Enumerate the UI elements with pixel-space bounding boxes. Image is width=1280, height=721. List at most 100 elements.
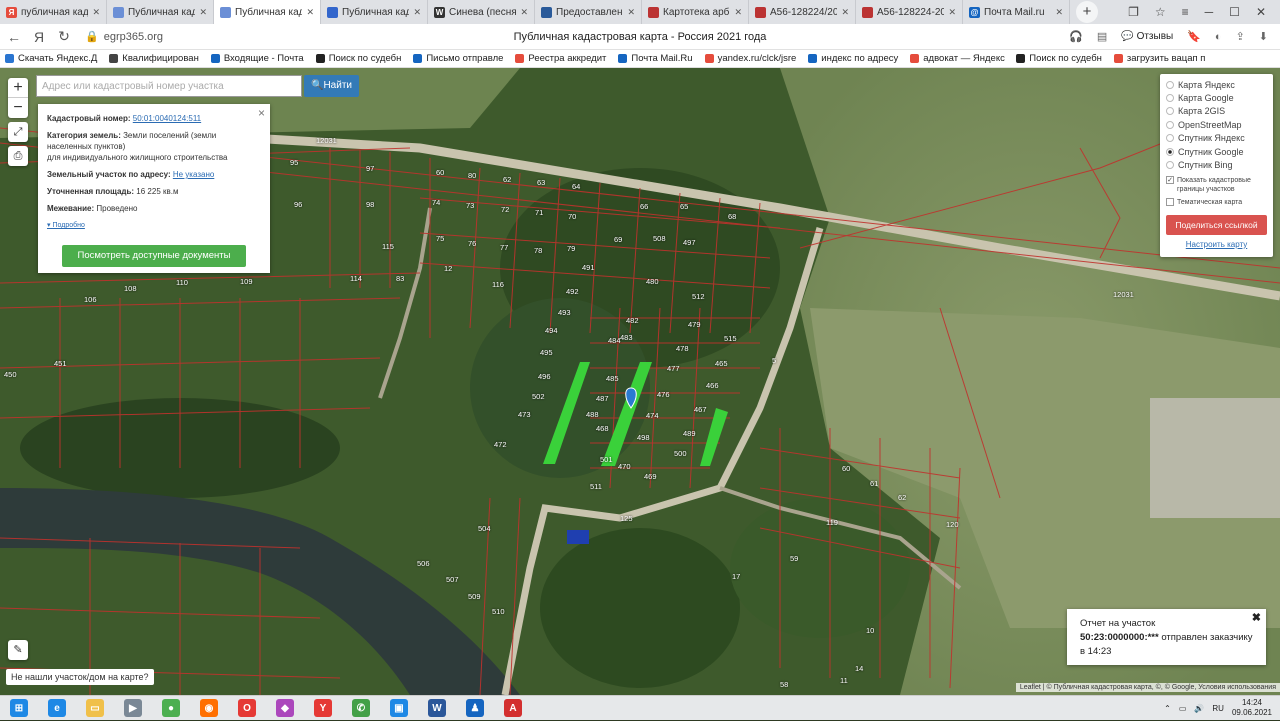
plot-number-label[interactable]: 511 — [590, 482, 602, 491]
browser-tab[interactable]: Публичная кадастр ✕ — [107, 0, 214, 24]
network-icon[interactable]: ▭ — [1179, 704, 1187, 713]
minimize-icon[interactable]: ─ — [1205, 5, 1214, 19]
plot-number-label[interactable]: 68 — [728, 212, 736, 221]
plot-number-label[interactable]: 492 — [566, 287, 579, 296]
plot-number-label[interactable]: 512 — [692, 292, 705, 301]
plot-number-label[interactable]: 497 — [683, 238, 696, 247]
plot-number-label[interactable]: 83 — [396, 274, 404, 283]
plot-number-label[interactable]: 62 — [898, 493, 906, 502]
bookmark-item[interactable]: Скачать Яндекс.Д — [0, 53, 102, 64]
plot-number-label[interactable]: 466 — [706, 381, 719, 390]
plot-number-label[interactable]: 469 — [644, 472, 657, 481]
plot-number-label[interactable]: 114 — [350, 274, 362, 283]
plot-number-label[interactable]: 502 — [532, 392, 545, 401]
plot-number-label[interactable]: 115 — [382, 242, 394, 251]
plot-number-label[interactable]: 74 — [432, 198, 440, 207]
radio-button[interactable] — [1166, 161, 1174, 170]
browser-tab[interactable]: Публичная кадастр ✕ — [214, 0, 321, 24]
plot-number-label[interactable]: 66 — [640, 202, 648, 211]
tab-close-icon[interactable]: ✕ — [306, 7, 314, 18]
plot-number-label[interactable]: 468 — [596, 424, 609, 433]
volume-icon[interactable]: 🔊 — [1194, 704, 1204, 713]
tab-close-icon[interactable]: ✕ — [199, 7, 207, 18]
extension-icon[interactable]: ◐ — [1215, 31, 1222, 43]
plot-number-label[interactable]: 64 — [572, 182, 580, 191]
plot-number-label[interactable]: 61 — [870, 479, 878, 488]
tab-close-icon[interactable]: ✕ — [627, 7, 635, 18]
bookmark-item[interactable]: yandex.ru/clck/jsre — [700, 53, 802, 64]
plot-number-label[interactable]: 80 — [468, 171, 476, 180]
plot-number-label[interactable]: 116 — [492, 280, 504, 289]
bookmark-icon[interactable]: 🔖 — [1187, 30, 1201, 43]
plot-number-label[interactable]: 60 — [436, 168, 444, 177]
share-icon[interactable]: ⇪ — [1236, 30, 1245, 43]
plot-number-label[interactable]: 467 — [694, 405, 707, 414]
plot-number-label[interactable]: 476 — [657, 390, 670, 399]
browser-tab[interactable]: А56-128224/2019✕ — [749, 0, 856, 24]
app-icon[interactable]: ◆ — [266, 696, 304, 721]
reader-icon[interactable]: ▤ — [1097, 30, 1107, 43]
thematic-checkbox[interactable] — [1166, 197, 1174, 206]
close-window-icon[interactable]: ✕ — [1256, 5, 1266, 19]
bookmark-item[interactable]: индекс по адресу — [803, 53, 903, 64]
yandex-browser-icon[interactable]: Y — [304, 696, 342, 721]
firefox-icon[interactable]: ◉ — [190, 696, 228, 721]
plot-number-label[interactable]: 470 — [618, 462, 631, 471]
browser-tab[interactable]: Публичная кадастр ✕ — [321, 0, 428, 24]
plot-number-label[interactable]: 484 — [608, 336, 621, 345]
plot-number-label[interactable]: 63 — [537, 178, 545, 187]
plot-number-label[interactable]: 95 — [290, 158, 298, 167]
plot-number-label[interactable]: 77 — [500, 243, 508, 252]
plot-number-label[interactable]: 12031 — [316, 136, 337, 145]
plot-number-label[interactable]: 472 — [494, 440, 507, 449]
network-app-icon[interactable]: ♟ — [456, 696, 494, 721]
plot-number-label[interactable]: 498 — [637, 433, 650, 442]
plot-number-label[interactable]: 510 — [492, 607, 505, 616]
bookmark-item[interactable]: Квалифицирован — [104, 53, 204, 64]
close-icon[interactable]: ✖ — [1252, 611, 1261, 625]
plot-number-label[interactable]: 76 — [468, 239, 476, 248]
plot-number-label[interactable]: 509 — [468, 592, 481, 601]
radio-button[interactable] — [1166, 134, 1174, 143]
pdf-icon[interactable]: A — [494, 696, 532, 721]
plot-number-label[interactable]: 98 — [366, 200, 374, 209]
cadastral-number-link[interactable]: 50:01:0040124:511 — [133, 114, 201, 123]
details-toggle[interactable]: ▾ Подробно — [47, 220, 261, 231]
tab-close-icon[interactable]: ✕ — [92, 7, 100, 18]
browser-tab[interactable]: Картотека арбитр ✕ — [642, 0, 749, 24]
radio-button[interactable] — [1166, 120, 1174, 129]
search-input[interactable] — [36, 75, 302, 97]
headphones-icon[interactable]: 🎧 — [1069, 30, 1083, 43]
not-found-button[interactable]: Не нашли участок/дом на карте? — [6, 669, 154, 685]
browser-tab[interactable]: А56-128224-2019_2 ✕ — [856, 0, 963, 24]
plot-number-label[interactable]: 119 — [826, 518, 838, 527]
plot-number-label[interactable]: 478 — [676, 344, 689, 353]
plot-number-label[interactable]: 477 — [667, 364, 680, 373]
plot-number-label[interactable]: 120 — [946, 520, 959, 529]
explorer-icon[interactable]: ▭ — [76, 696, 114, 721]
reload-icon[interactable]: ↻ — [53, 28, 75, 45]
address-link[interactable]: Не указано — [173, 170, 214, 179]
menu-icon[interactable]: ≡ — [1182, 5, 1189, 19]
plot-number-label[interactable]: 69 — [614, 235, 622, 244]
tab-close-icon[interactable]: ✕ — [734, 7, 742, 18]
close-icon[interactable]: × — [258, 106, 265, 120]
fullscreen-button[interactable]: ⤢ — [8, 122, 28, 142]
plot-number-label[interactable]: 494 — [545, 326, 558, 335]
view-documents-button[interactable]: Посмотреть доступные документы — [62, 245, 246, 267]
browser-tab[interactable]: Предоставление св ✕ — [535, 0, 642, 24]
radio-button[interactable] — [1166, 80, 1174, 89]
browser-tab[interactable]: @ Почта Mail.ru ✕ — [963, 0, 1070, 24]
reviews-button[interactable]: 💬 Отзывы — [1121, 31, 1173, 42]
plot-number-label[interactable]: 58 — [780, 680, 788, 689]
bookmark-item[interactable]: загрузить вацап п — [1109, 53, 1211, 64]
maximize-icon[interactable]: ☐ — [1229, 5, 1240, 19]
thematic-option[interactable]: Тематическая карта — [1166, 197, 1267, 207]
new-tab-button[interactable]: + — [1076, 1, 1098, 23]
basemap-option[interactable]: Спутник Google — [1166, 145, 1267, 158]
radio-button[interactable] — [1166, 94, 1174, 103]
start-button[interactable]: ⊞ — [0, 696, 38, 721]
basemap-option[interactable]: Спутник Яндекс — [1166, 132, 1267, 145]
plot-number-label[interactable]: 73 — [466, 201, 474, 210]
language-indicator[interactable]: RU — [1212, 704, 1224, 713]
